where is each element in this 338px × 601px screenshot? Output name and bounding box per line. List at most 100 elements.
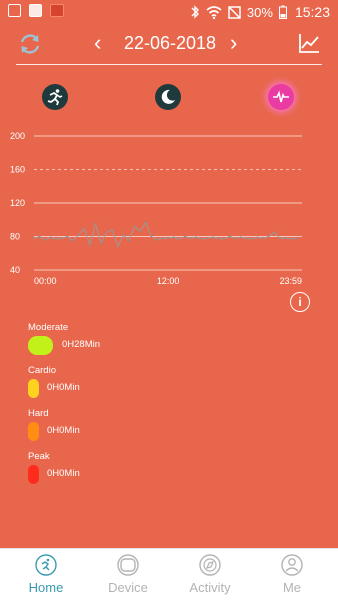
date-label: 22-06-2018 xyxy=(123,33,217,53)
heart-rate-point xyxy=(44,238,47,241)
app-notification-icon xyxy=(50,4,64,17)
gallery-notification-icon xyxy=(29,4,42,17)
y-tick-label: 80 xyxy=(10,232,20,242)
heart-rate-point xyxy=(100,242,102,245)
zone-swatch xyxy=(28,336,53,355)
heart-rate-chart: 200 160 120 80 40 00:00 12:00 23:59 xyxy=(0,128,338,288)
heart-rate-point xyxy=(184,235,186,238)
device-watch-icon xyxy=(117,554,139,576)
heart-rate-point xyxy=(49,236,52,239)
heart-rate-point xyxy=(295,237,298,240)
status-bar: 30% 15:23 xyxy=(0,0,338,24)
heart-rate-point xyxy=(161,237,164,240)
heart-rate-point xyxy=(116,245,119,248)
heart-rate-point xyxy=(256,236,259,239)
trend-chart-icon[interactable] xyxy=(298,32,320,54)
tab-device[interactable]: Device xyxy=(86,549,170,601)
heart-rate-point xyxy=(206,237,209,240)
tab-activity[interactable]: Activity xyxy=(168,549,252,601)
heart-rate-point xyxy=(290,238,292,240)
zone-label: Hard xyxy=(28,408,49,419)
running-mode-button[interactable] xyxy=(42,84,68,110)
battery-icon xyxy=(278,5,287,19)
notification-icons xyxy=(8,4,64,17)
heart-rate-point xyxy=(251,238,253,240)
bottom-tab-bar: Home Device Activity Me xyxy=(0,548,338,601)
svg-text:z: z xyxy=(167,93,170,99)
battery-percent: 30% xyxy=(246,4,273,20)
zone-label: Moderate xyxy=(28,322,69,333)
zone-duration: 0H0Min xyxy=(47,382,80,393)
sleep-moon-icon: z xyxy=(161,89,175,104)
heart-rate-point xyxy=(262,237,264,240)
heart-rate-point xyxy=(234,237,237,240)
y-tick-label: 120 xyxy=(10,198,25,208)
header-divider xyxy=(16,64,322,65)
heart-rate-point xyxy=(94,223,97,225)
tab-label: Device xyxy=(108,580,148,595)
x-tick-label: 23:59 xyxy=(279,276,302,286)
heart-rate-point xyxy=(273,231,276,234)
info-button[interactable]: i xyxy=(290,292,310,312)
sleep-mode-button[interactable]: z xyxy=(155,84,181,110)
heart-rate-point xyxy=(228,235,231,238)
zone-swatch xyxy=(28,422,39,441)
heart-rate-point xyxy=(61,237,63,240)
zone-hard: Hard 0H0Min xyxy=(28,408,228,451)
heart-pulse-icon xyxy=(273,90,289,103)
profile-person-icon xyxy=(281,554,303,576)
home-runner-icon xyxy=(35,554,57,576)
heart-rate-point xyxy=(150,235,153,238)
heart-rate-point xyxy=(167,237,170,240)
heart-rate-point xyxy=(223,238,225,240)
heart-rate-point xyxy=(33,237,35,240)
bluetooth-icon xyxy=(191,5,199,19)
heart-rate-point xyxy=(239,236,242,239)
heart-rate-chart-svg: 200 160 120 80 40 00:00 12:00 23:59 xyxy=(10,131,302,286)
image-notification-icon xyxy=(8,4,21,17)
zone-label: Peak xyxy=(28,451,50,462)
x-tick-label: 12:00 xyxy=(157,276,180,286)
heart-rate-point xyxy=(55,238,58,240)
x-tick-label: 00:00 xyxy=(34,276,57,286)
tab-home[interactable]: Home xyxy=(4,549,88,601)
heart-rate-point xyxy=(128,239,130,242)
no-signal-icon xyxy=(228,5,241,19)
heart-rate-point xyxy=(89,244,91,246)
heart-rate-point xyxy=(217,237,220,240)
heart-rate-point xyxy=(122,233,125,236)
heart-rate-zones: Moderate 0H28Min Cardio 0H0Min Hard 0H0M… xyxy=(28,322,228,494)
heart-rate-point xyxy=(178,238,181,240)
top-bar: ‹ 22-06-2018 › xyxy=(0,24,338,64)
heart-rate-point xyxy=(189,237,192,240)
tab-me[interactable]: Me xyxy=(250,549,334,601)
zone-cardio: Cardio 0H0Min xyxy=(28,365,228,408)
zone-label: Cardio xyxy=(28,365,56,376)
heart-rate-point xyxy=(144,221,147,224)
zone-duration: 0H0Min xyxy=(47,468,80,479)
heart-rate-point xyxy=(211,236,214,239)
sync-icon[interactable] xyxy=(17,31,43,57)
zone-moderate: Moderate 0H28Min xyxy=(28,322,228,365)
heart-rate-point xyxy=(284,237,287,240)
clock-time: 15:23 xyxy=(294,4,330,20)
zone-swatch xyxy=(28,379,39,398)
heart-rate-line xyxy=(33,221,297,248)
heart-rate-point xyxy=(267,235,270,238)
heart-rate-point xyxy=(200,238,203,240)
next-day-button[interactable]: › xyxy=(230,32,237,54)
heart-rate-point xyxy=(38,235,41,238)
zone-swatch xyxy=(28,465,39,484)
y-tick-label: 200 xyxy=(10,131,25,141)
heart-rate-point xyxy=(172,236,175,239)
activity-compass-icon xyxy=(199,554,221,576)
heart-rate-point xyxy=(133,225,136,228)
wifi-icon xyxy=(206,5,222,19)
y-tick-label: 40 xyxy=(10,265,20,275)
heart-rate-point xyxy=(278,237,281,240)
heart-rate-point xyxy=(245,237,248,240)
heart-rate-point xyxy=(66,235,69,238)
running-icon xyxy=(47,89,63,106)
heart-rate-mode-button[interactable] xyxy=(268,84,294,110)
previous-day-button[interactable]: ‹ xyxy=(94,32,101,54)
